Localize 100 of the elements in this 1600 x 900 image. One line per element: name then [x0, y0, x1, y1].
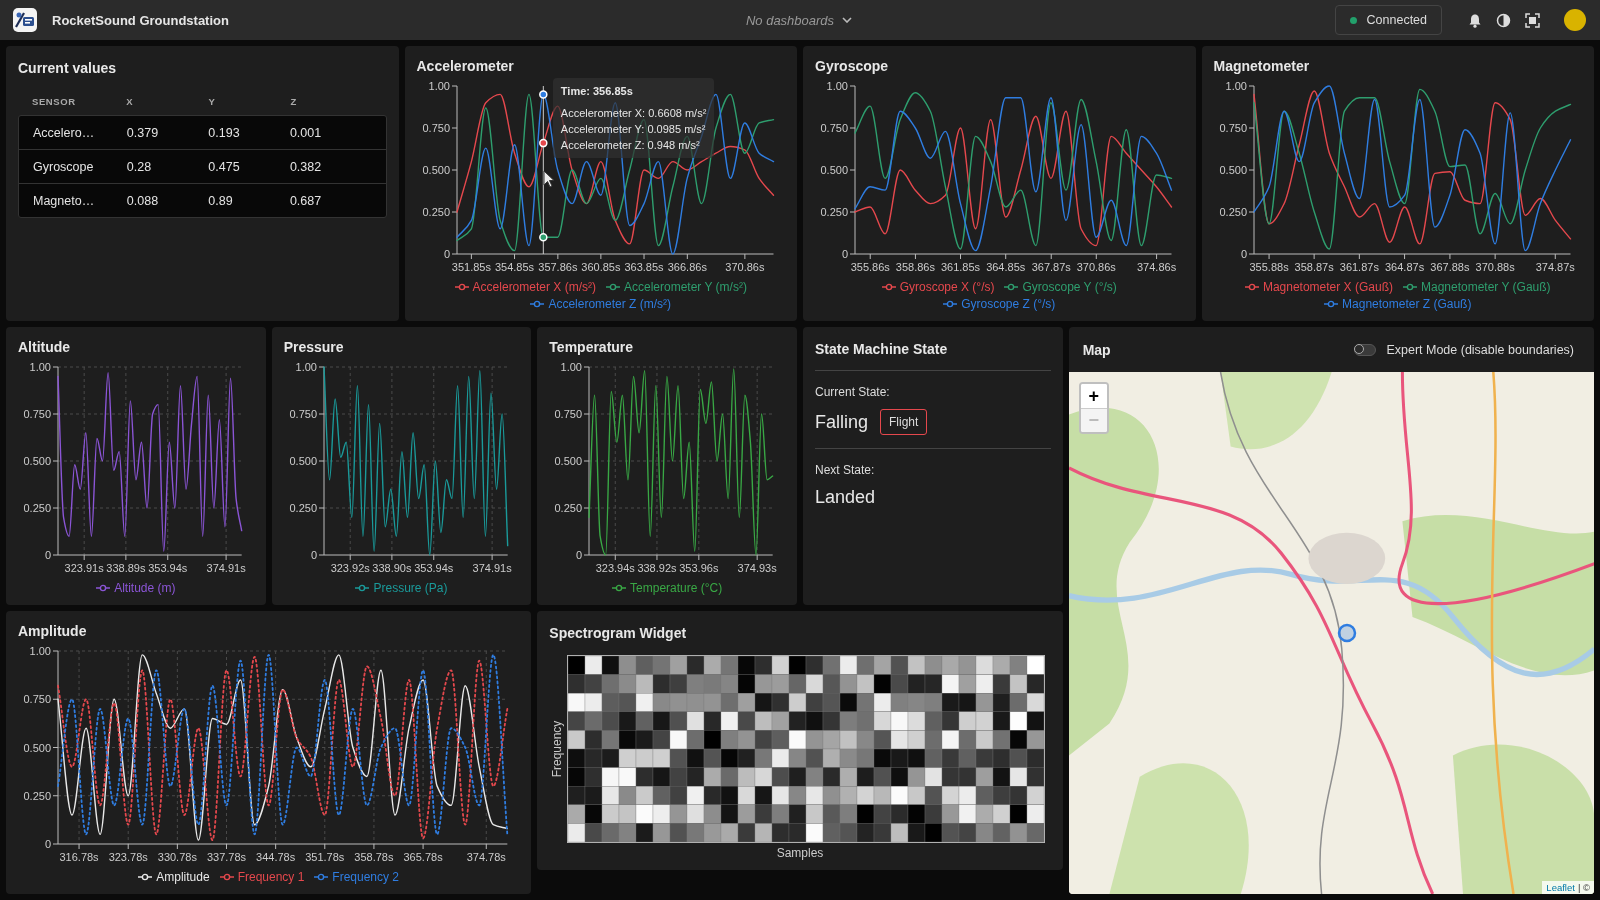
tick-label: 344.78s [256, 851, 296, 863]
tick-label: 338.89s [106, 562, 146, 574]
column-header: Y [208, 96, 217, 107]
tick-label: 0.250 [289, 502, 317, 514]
tick-label: 1.00 [560, 361, 583, 373]
legend-line-icon [1004, 283, 1019, 291]
tick-label: 0.500 [23, 455, 51, 467]
legend-item[interactable]: Accelerometer Y (m/s²) [605, 280, 747, 294]
tick-label: 365.78s [403, 851, 443, 863]
axis-title: Frequency [550, 720, 565, 778]
tick-label: 0.750 [1218, 122, 1247, 134]
tick-label: 354.85s [494, 261, 534, 273]
tick-label: 363.85s [623, 261, 664, 273]
legend-item[interactable]: Pressure (Pa) [355, 581, 448, 595]
panel-title: Amplitude [18, 623, 88, 639]
tick-label: 0.500 [820, 164, 848, 176]
field-label: Current State: [815, 385, 891, 399]
tick-label: 337.78s [206, 851, 247, 863]
tick-label: 351.85s [451, 261, 491, 273]
tick-label: 357.86s [537, 261, 577, 273]
field-label: Next State: [815, 463, 876, 477]
column-header: X [126, 96, 135, 107]
legend-item[interactable]: Gyroscope Y (°/s) [1004, 280, 1117, 294]
location-marker-icon [1336, 622, 1357, 643]
legend-line-icon [219, 873, 234, 881]
legend-item[interactable]: Gyroscope Z (°/s) [943, 297, 1056, 311]
avatar[interactable] [1564, 9, 1586, 31]
legend-line-icon [605, 283, 620, 291]
table-cell-text: Magneto… [33, 193, 96, 208]
legend-line-icon [943, 300, 958, 308]
column-header: SENSOR [32, 96, 77, 107]
state-value: Landed [815, 487, 877, 508]
legend-item[interactable]: Amplitude [138, 870, 210, 884]
legend-item[interactable]: Altitude (m) [96, 581, 176, 595]
axis-title: Samples [776, 846, 824, 860]
legend-item[interactable]: Magnetometer X (Gauß) [1244, 280, 1393, 294]
phase-badge: Flight [880, 409, 928, 435]
panel-title: Altitude [18, 339, 72, 355]
tick-label: 0.250 [820, 206, 848, 218]
legend-line-icon [355, 584, 370, 592]
panel-title: Gyroscope [815, 58, 890, 74]
tick-label: 1.00 [428, 80, 450, 92]
legend-item[interactable]: Frequency 2 [314, 870, 400, 884]
tick-label: 374.91s [472, 562, 512, 574]
tick-label: 0 [841, 248, 848, 260]
tick-label: 355.88s [1249, 261, 1289, 273]
connection-button[interactable]: Connected [1334, 5, 1442, 35]
tooltip-line: Accelerometer X: 0.6608 m/s² [560, 107, 707, 119]
table-cell-text: 0.28 [126, 159, 153, 174]
toggle-switch[interactable] [1354, 343, 1377, 356]
panel-title: Pressure [283, 339, 345, 355]
attribution-link[interactable]: Leaflet [1546, 882, 1575, 893]
fullscreen-icon[interactable] [1525, 12, 1540, 28]
tick-label: 374.93s [737, 562, 778, 574]
cursor-icon [542, 170, 555, 188]
panel-title: Map [1082, 341, 1111, 358]
tick-label: 0.500 [554, 455, 583, 467]
bell-icon[interactable] [1468, 12, 1482, 28]
legend-item[interactable]: Temperature (°C) [612, 581, 723, 595]
legend-item[interactable]: Magnetometer Y (Gauß) [1402, 280, 1551, 294]
legend-item[interactable]: Frequency 1 [219, 870, 305, 884]
tick-label: 0.250 [23, 789, 51, 802]
tooltip-title: Time: 356.85s [560, 85, 634, 97]
tick-label: 323.92s [330, 562, 370, 574]
table-cell-text: 0.379 [126, 125, 160, 140]
legend-line-icon [1402, 283, 1417, 291]
tick-label: 1.00 [29, 645, 51, 657]
tick-label: 0.750 [289, 408, 317, 420]
table-cell-text: 0.687 [289, 193, 323, 208]
legend-item[interactable]: Accelerometer Z (m/s²) [530, 297, 672, 311]
tick-label: 374.86s [1137, 261, 1177, 273]
tick-label: 374.87s [1535, 261, 1575, 273]
tick-label: 0 [576, 549, 583, 561]
tick-label: 330.78s [157, 851, 197, 863]
tick-label: 0.750 [554, 408, 583, 420]
tick-label: 323.78s [108, 851, 148, 863]
tick-label: 0 [443, 248, 450, 260]
tick-label: 353.94s [413, 562, 453, 574]
tick-label: 316.78s [59, 851, 99, 863]
legend-item[interactable]: Accelerometer X (m/s²) [454, 280, 596, 294]
contrast-icon[interactable] [1496, 12, 1511, 28]
tick-label: 358.86s [895, 261, 935, 273]
tick-label: 0 [1240, 248, 1247, 260]
legend-line-icon [454, 283, 469, 291]
tick-label: 0.500 [289, 455, 317, 467]
legend-line-icon [138, 873, 153, 881]
panel-title: Spectrogram Widget [549, 625, 688, 641]
tick-label: 370.86s [724, 261, 764, 273]
tick-label: 358.87s [1294, 261, 1334, 273]
attribution-text: | © [1577, 882, 1590, 893]
legend-item[interactable]: Gyroscope X (°/s) [881, 280, 995, 294]
tick-label: 370.88s [1475, 261, 1515, 273]
tick-label: 366.86s [667, 261, 707, 273]
legend-item[interactable]: Magnetometer Z (Gauß) [1324, 297, 1472, 311]
tick-label: 0.250 [554, 502, 583, 514]
tooltip-line: Accelerometer Z: 0.948 m/s² [560, 139, 701, 151]
tick-label: 367.87s [1031, 261, 1071, 273]
dashboard-dropdown[interactable]: No dashboards [739, 8, 859, 32]
legend-line-icon [314, 873, 329, 881]
table-cell-text: 0.382 [289, 159, 323, 174]
